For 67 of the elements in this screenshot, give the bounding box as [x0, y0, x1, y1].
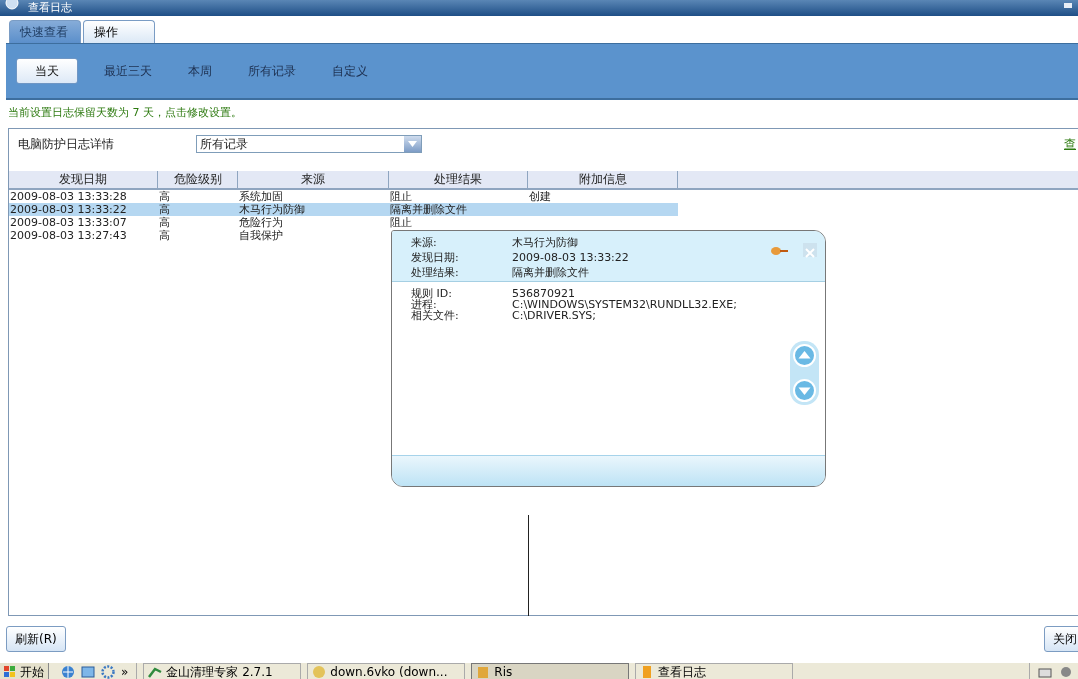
speaker-icon	[1060, 664, 1074, 679]
detail-label: 发现日期:	[411, 250, 460, 265]
column-header: 处理结果	[389, 171, 528, 188]
pin-icon[interactable]	[770, 246, 788, 256]
settings-notice-link[interactable]: 当前设置日志保留天数为 7 天，点击修改设置。	[8, 106, 242, 119]
panel-label: 电脑防护日志详情	[18, 136, 115, 153]
column-header: 附加信息	[528, 171, 678, 188]
table-cell: 木马行为防御	[239, 203, 305, 216]
detail-value: C:\WINDOWS\SYSTEM32\RUNDLL32.EXE;	[512, 299, 737, 310]
detail-value: C:\DRIVER.SYS;	[512, 310, 597, 321]
table-cell: 隔离并删除文件	[390, 203, 467, 216]
filter-tab[interactable]: 自定义	[322, 59, 378, 83]
taskbar-item[interactable]: 金山清理专家 2.7.1	[143, 663, 302, 679]
table-cell: 2009-08-03 13:27:43	[10, 229, 127, 242]
table-cell: 2009-08-03 13:33:07	[10, 216, 127, 229]
tab[interactable]: 操作	[83, 20, 155, 43]
table-cell: 高	[159, 216, 170, 229]
detail-label: 处理结果:	[411, 265, 460, 280]
table-row[interactable]: 2009-08-03 13:33:07 高 危险行为 阻止	[9, 216, 1078, 229]
table-cell: 2009-08-03 13:33:22	[10, 203, 127, 216]
windows-logo-icon	[3, 664, 17, 679]
gear-icon[interactable]	[101, 664, 115, 679]
filter-tab[interactable]: 当天	[16, 58, 78, 84]
keyboard-icon	[1038, 665, 1052, 678]
detail-label: 来源:	[411, 235, 438, 250]
column-header: 发现日期	[9, 171, 158, 188]
filter-tab[interactable]: 本周	[178, 59, 222, 83]
table-cell: 阻止	[390, 190, 412, 203]
scroll-up-button[interactable]	[793, 344, 816, 367]
close-icon	[803, 245, 817, 260]
view-link[interactable]: 查	[1064, 135, 1078, 153]
detail-label: 相关文件:	[411, 310, 460, 321]
chevron-down-icon	[408, 141, 417, 147]
detail-label: 规则 ID:	[411, 288, 453, 299]
window-title: 查看日志	[28, 1, 72, 14]
table-cell: 高	[159, 229, 170, 242]
table-cell: 2009-08-03 13:33:28	[10, 190, 127, 203]
filter-tab[interactable]: 最近三天	[94, 59, 162, 83]
table-cell: 高	[159, 190, 170, 203]
table-cell: 阻止	[390, 216, 412, 229]
column-header: 危险级别	[158, 171, 238, 188]
refresh-button[interactable]: 刷新(R)	[6, 626, 66, 652]
table-cell: 高	[159, 203, 170, 216]
table-row[interactable]: 2009-08-03 13:33:28 高 系统加固 阻止 创建	[9, 190, 1078, 203]
taskbar-item[interactable]: down.6vko (down...	[307, 663, 466, 679]
tab[interactable]: 快速查看	[9, 20, 81, 43]
detail-value: 536870921	[512, 288, 575, 299]
close-dialog-button[interactable]: 关闭	[1044, 626, 1078, 652]
start-button[interactable]: 开始	[0, 663, 49, 679]
column-header: 来源	[238, 171, 389, 188]
detail-value: 2009-08-03 13:33:22	[512, 250, 629, 265]
detail-value: 木马行为防御	[512, 235, 578, 250]
globe-icon[interactable]	[61, 664, 75, 679]
taskbar-item[interactable]: 查看日志	[635, 663, 794, 679]
table-cell: 危险行为	[239, 216, 283, 229]
detail-value: 隔离并删除文件	[512, 265, 589, 280]
record-filter-dropdown[interactable]: 所有记录	[196, 135, 422, 153]
table-cell: 系统加固	[239, 190, 283, 203]
table-cell: 自我保护	[239, 229, 283, 242]
window-icon[interactable]	[81, 664, 95, 679]
detail-label: 进程:	[411, 299, 437, 310]
filter-tab[interactable]: 所有记录	[238, 59, 306, 83]
taskbar-item[interactable]: Ris	[471, 663, 630, 679]
more-button[interactable]: »	[121, 665, 129, 678]
table-row[interactable]: 2009-08-03 13:33:22 高 木马行为防御 隔离并删除文件	[9, 203, 1078, 216]
table-cell: 创建	[529, 190, 551, 203]
scroll-down-button[interactable]	[793, 379, 816, 402]
